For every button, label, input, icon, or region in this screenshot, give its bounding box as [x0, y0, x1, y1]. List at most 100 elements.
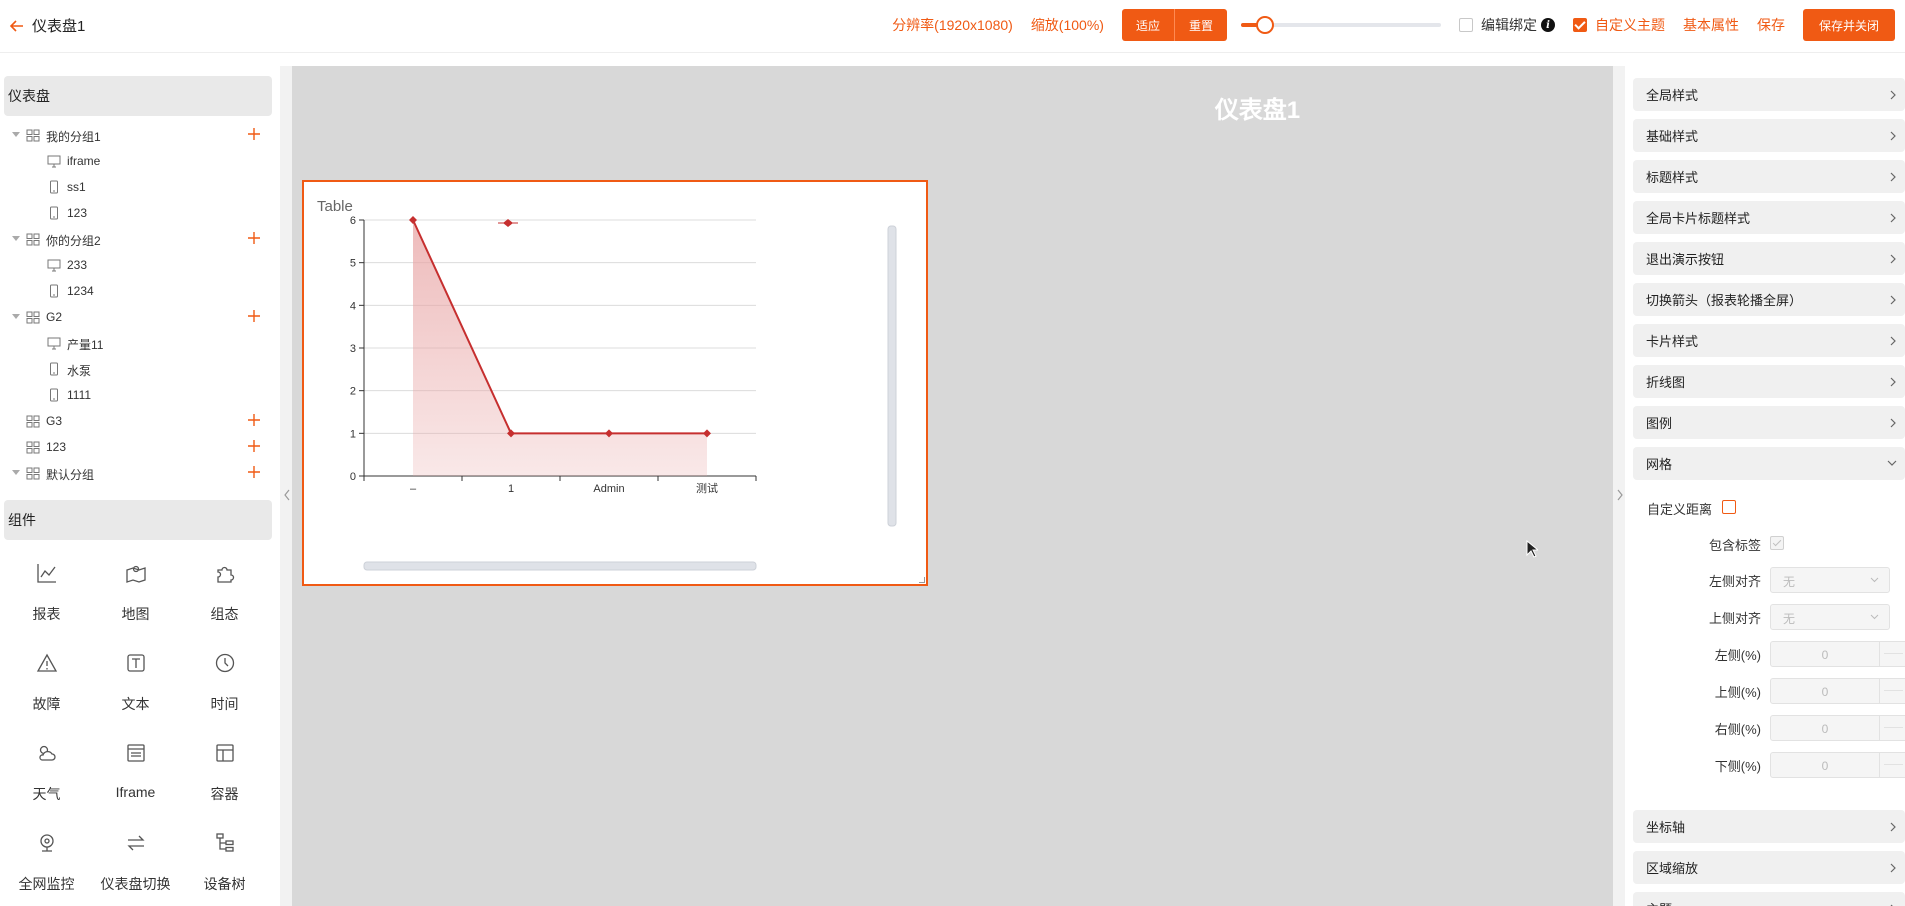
custom-distance-checkbox[interactable] [1722, 500, 1736, 514]
chevron-right-icon [1890, 418, 1896, 428]
top-pct-input[interactable]: 0 [1770, 678, 1905, 704]
zoom-slider[interactable] [1240, 15, 1441, 35]
y-tick-label: 6 [350, 215, 356, 227]
tree-item[interactable]: iframe [0, 148, 280, 174]
tree-item[interactable]: 产量11 [0, 330, 280, 356]
dashboard-canvas[interactable]: 仪表盘1 Table 0 1 2 3 4 5 6–1 Admin 测试 [292, 66, 1613, 906]
tree-item-label: 123 [67, 206, 88, 220]
right-pct-stepper[interactable] [1879, 716, 1905, 740]
tree-group[interactable]: 默认分组 [0, 460, 280, 486]
chevron-right-icon[interactable] [1615, 486, 1625, 504]
left-align-select[interactable]: 无 [1770, 567, 1890, 593]
clock-icon [215, 653, 234, 673]
left-pct-stepper[interactable] [1879, 642, 1905, 666]
info-icon[interactable]: i [1540, 18, 1555, 32]
tree-item[interactable]: 233 [0, 252, 280, 278]
component-text[interactable]: 文本 [91, 638, 180, 728]
caret-down-icon[interactable] [12, 132, 20, 137]
add-dashboard-icon[interactable] [246, 438, 262, 454]
accordion-grid[interactable]: 网格 [1633, 447, 1905, 480]
vertical-zoom-slider[interactable] [887, 225, 897, 527]
chevron-right-icon [1890, 295, 1896, 305]
accordion-bottom-2[interactable]: 主题 [1633, 892, 1905, 906]
add-dashboard-icon[interactable] [246, 412, 262, 428]
left-pct-input[interactable]: 0 [1770, 641, 1905, 667]
top-align-select[interactable]: 无 [1770, 604, 1890, 630]
component-iframe[interactable]: Iframe [91, 728, 180, 818]
accordion-top-5[interactable]: 切换箭头（报表轮播全屏） [1633, 283, 1905, 316]
contain-label-checkbox[interactable] [1770, 536, 1784, 550]
zoom-slider-thumb[interactable] [1255, 16, 1274, 34]
caret-down-icon[interactable] [12, 236, 20, 241]
tree-item[interactable]: ss1 [0, 174, 280, 200]
bottom-pct-stepper[interactable] [1879, 753, 1905, 777]
right-pct-input[interactable]: 0 [1770, 715, 1905, 741]
y-tick-label: 5 [350, 258, 356, 270]
left-panel: 仪表盘 我的分组1 iframe ss1 123 你的分组2 233 1234 G2 产量11 水… [0, 66, 280, 906]
tree-item[interactable]: 水泵 [0, 356, 280, 382]
accordion-bottom-0[interactable]: 坐标轴 [1633, 810, 1905, 843]
tree-item[interactable]: 1234 [0, 278, 280, 304]
add-dashboard-icon[interactable] [246, 230, 262, 246]
accordion-top-8[interactable]: 图例 [1633, 406, 1905, 439]
accordion-top-4[interactable]: 退出演示按钮 [1633, 242, 1905, 275]
dashboard-section-header[interactable]: 仪表盘 [4, 76, 272, 116]
y-tick-label: 4 [350, 300, 356, 312]
custom-theme-checkbox[interactable] [1572, 18, 1587, 32]
accordion-top-7[interactable]: 折线图 [1633, 365, 1905, 398]
horizontal-zoom-slider[interactable] [363, 561, 757, 571]
resize-handle[interactable] [919, 577, 925, 583]
component-puzzle[interactable]: 组态 [180, 548, 269, 638]
component-line-chart[interactable]: 报表 [2, 548, 91, 638]
accordion-top-6[interactable]: 卡片样式 [1633, 324, 1905, 357]
component-container[interactable]: 容器 [180, 728, 269, 818]
component-weather[interactable]: 天气 [2, 728, 91, 818]
save-and-close-button[interactable]: 保存并关闭 [1802, 9, 1895, 41]
edit-bind-checkbox[interactable] [1458, 18, 1473, 32]
save-link[interactable]: 保存 [1757, 15, 1785, 35]
group-grid-icon [26, 129, 40, 142]
area-chart[interactable]: 0 1 2 3 4 5 6 – 1 Admin 测试 [304, 182, 926, 584]
component-device-tree[interactable]: 设备树 [180, 818, 269, 906]
map-icon [125, 565, 146, 583]
components-section-header[interactable]: 组件 [4, 500, 272, 540]
reset-button[interactable]: 重置 [1174, 9, 1227, 41]
accordion-bottom-1[interactable]: 区域缩放 [1633, 851, 1905, 884]
tree-group[interactable]: 你的分组2 [0, 226, 280, 252]
chart-card[interactable]: Table 0 1 2 3 4 5 6–1 Admin 测试 [302, 180, 928, 586]
accordion-top-3[interactable]: 全局卡片标题样式 [1633, 201, 1905, 234]
component-warning[interactable]: 故障 [2, 638, 91, 728]
add-dashboard-icon[interactable] [246, 126, 262, 142]
fit-button[interactable]: 适应 [1121, 9, 1175, 41]
add-dashboard-icon[interactable] [246, 308, 262, 324]
tree-group[interactable]: G3 [0, 408, 280, 434]
zoom-setting[interactable]: 缩放(100%) [1031, 15, 1104, 35]
component-label: 全网监控 [18, 876, 75, 892]
page-title: 仪表盘1 [32, 18, 86, 35]
accordion-top-1[interactable]: 基础样式 [1633, 119, 1905, 152]
tree-item[interactable]: 1111 [0, 382, 280, 408]
custom-theme-label[interactable]: 自定义主题 [1595, 15, 1665, 35]
tree-group[interactable]: 我的分组1 [0, 122, 280, 148]
caret-down-icon[interactable] [12, 314, 20, 319]
component-camera[interactable]: 全网监控 [2, 818, 91, 906]
top-pct-stepper[interactable] [1879, 679, 1905, 703]
component-map[interactable]: 地图 [91, 548, 180, 638]
accordion-top-2[interactable]: 标题样式 [1633, 160, 1905, 193]
component-clock[interactable]: 时间 [180, 638, 269, 728]
back-button[interactable]: 仪表盘1 [8, 15, 85, 36]
resolution-setting[interactable]: 分辨率(1920x1080) [892, 15, 1013, 35]
chevron-down-icon [1870, 577, 1879, 583]
y-tick-label: 0 [350, 471, 356, 483]
tree-item[interactable]: 123 [0, 200, 280, 226]
tree-group[interactable]: 123 [0, 434, 280, 460]
add-dashboard-icon[interactable] [246, 464, 262, 480]
accordion-top-0[interactable]: 全局样式 [1633, 78, 1905, 111]
component-switch[interactable]: 仪表盘切换 [91, 818, 180, 906]
bottom-pct-input[interactable]: 0 [1770, 752, 1905, 778]
basic-properties-link[interactable]: 基本属性 [1683, 15, 1739, 35]
caret-down-icon[interactable] [12, 470, 20, 475]
accordion-label: 坐标轴 [1646, 820, 1686, 835]
tree-group[interactable]: G2 [0, 304, 280, 330]
chevron-left-icon[interactable] [282, 486, 292, 504]
